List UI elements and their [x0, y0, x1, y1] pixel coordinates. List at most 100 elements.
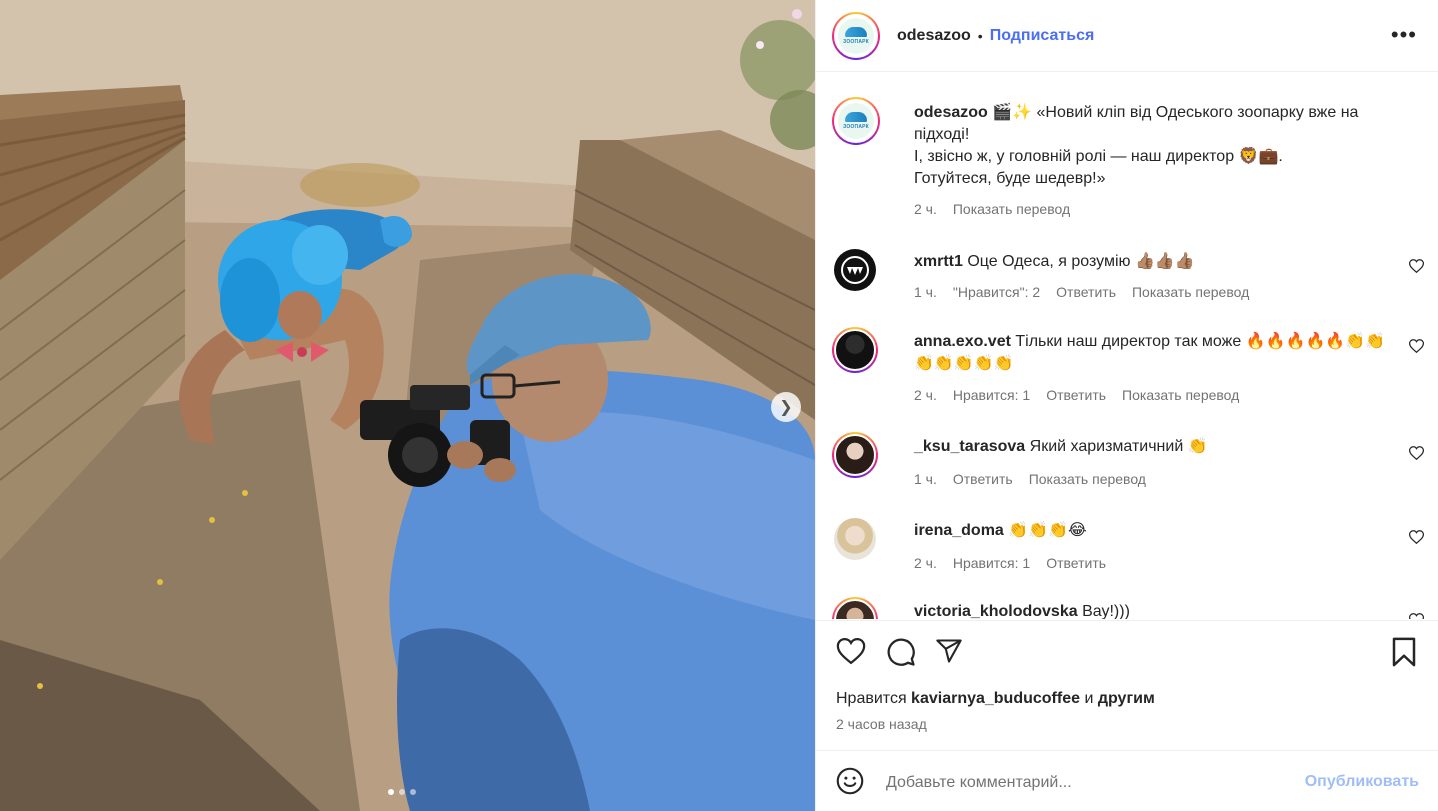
avatar-photo	[834, 329, 876, 371]
post-viewer: ❯ ЗООПАРК odesazoo • Подписаться ••• ЗОО…	[0, 0, 1438, 811]
comment-time[interactable]: 1 ч.	[914, 284, 937, 300]
photo-scene	[0, 0, 815, 811]
translate-link[interactable]: Показать перевод	[1122, 387, 1239, 403]
caption-avatar[interactable]: ЗООПАРК	[832, 97, 880, 145]
comment-meta: 1 ч. "Нравится": 2 Ответить Показать пер…	[914, 284, 1249, 300]
likes-mid: и	[1080, 690, 1098, 707]
heart-icon[interactable]	[836, 637, 866, 670]
chevron-right-icon: ❯	[779, 399, 793, 416]
like-comment-heart-icon[interactable]	[1408, 339, 1425, 357]
comment-item: xmrtt1 Оце Одеса, я розумію 👍🏽👍🏽👍🏽 1 ч. …	[834, 249, 1425, 309]
comment-meta: 1 ч. Ответить Показать перевод	[914, 471, 1146, 487]
comment-username[interactable]: anna.exo.vet	[914, 333, 1011, 350]
comment-likes[interactable]: Нравится: 1	[953, 555, 1030, 571]
comment-username[interactable]: xmrtt1	[914, 253, 963, 270]
comment-item: _ksu_tarasova Який харизматичний 👏 1 ч. …	[832, 432, 1425, 494]
comment-text: anna.exo.vet Тільки наш директор так мож…	[914, 331, 1388, 375]
logo-wave	[845, 112, 867, 122]
actions-divider	[816, 620, 1438, 621]
translate-link[interactable]: Показать перевод	[1132, 284, 1249, 300]
comment-time[interactable]: 2 ч.	[914, 555, 937, 571]
carousel-dot[interactable]	[410, 789, 416, 795]
like-comment-heart-icon[interactable]	[1408, 613, 1425, 619]
comment-meta: 2 ч. Нравится: 1 Ответить	[914, 555, 1106, 571]
follow-button[interactable]: Подписаться	[990, 27, 1095, 45]
comments-list[interactable]: ЗООПАРК odesazoo 🎬✨ «Новий кліп від Одес…	[816, 73, 1438, 619]
post-timestamp[interactable]: 2 часов назад	[836, 716, 927, 732]
avatar-photo	[834, 599, 876, 619]
caption-line3: Готуйтеся, буде шедевр!»	[914, 170, 1106, 187]
comment-likes[interactable]: "Нравится": 2	[953, 284, 1040, 300]
comment-avatar[interactable]	[832, 597, 878, 619]
fangs-avatar-icon	[841, 256, 869, 284]
post-photo[interactable]: ❯	[0, 0, 815, 811]
comment-item: anna.exo.vet Тільки наш директор так мож…	[832, 327, 1425, 409]
comment-body: 👏👏👏😂	[1003, 522, 1087, 539]
comment-text: _ksu_tarasova Який харизматичний 👏	[914, 436, 1388, 458]
comment-item: victoria_kholodovska Вау!)))	[832, 597, 1425, 619]
avatar-inner: ЗООПАРК	[834, 99, 878, 143]
comment-avatar[interactable]	[834, 518, 876, 560]
logo-text: ЗООПАРК	[843, 38, 869, 45]
like-comment-heart-icon[interactable]	[1408, 446, 1425, 464]
comment-composer: Опубликовать	[816, 751, 1438, 811]
reply-link[interactable]: Ответить	[953, 471, 1013, 487]
reply-link[interactable]: Ответить	[1056, 284, 1116, 300]
comment-time[interactable]: 2 ч.	[914, 387, 937, 403]
likes-others[interactable]: другим	[1098, 690, 1155, 707]
emoji-icon[interactable]	[836, 767, 864, 800]
zoo-logo: ЗООПАРК	[838, 17, 874, 54]
carousel-dot[interactable]	[388, 789, 394, 795]
action-bar	[836, 637, 1419, 671]
account-avatar[interactable]: ЗООПАРК	[832, 11, 880, 60]
likes-prefix: Нравится	[836, 690, 912, 707]
like-comment-heart-icon[interactable]	[1408, 530, 1425, 548]
bookmark-icon[interactable]	[1391, 637, 1417, 672]
caption-block: ЗООПАРК odesazoo 🎬✨ «Новий кліп від Одес…	[832, 97, 1424, 217]
more-icon[interactable]: •••	[1391, 22, 1417, 48]
carousel-dot[interactable]	[399, 789, 405, 795]
logo-text: ЗООПАРК	[843, 124, 869, 130]
comment-body: Вау!)))	[1077, 603, 1130, 619]
comment-text: xmrtt1 Оце Одеса, я розумію 👍🏽👍🏽👍🏽	[914, 251, 1388, 273]
zoo-logo: ЗООПАРК	[838, 103, 874, 139]
header-separator: •	[977, 27, 983, 44]
avatar-photo	[834, 434, 876, 476]
caption-time[interactable]: 2 ч.	[914, 201, 937, 217]
comment-likes[interactable]: Нравится: 1	[953, 387, 1030, 403]
likes-user[interactable]: kaviarnya_buducoffee	[911, 690, 1080, 707]
caption-translate-link[interactable]: Показать перевод	[953, 201, 1070, 217]
comment-time[interactable]: 1 ч.	[914, 471, 937, 487]
caption-line2: І, звісно ж, у головній ролі — наш дирек…	[914, 148, 1283, 165]
carousel-dots	[388, 789, 416, 795]
share-icon[interactable]	[934, 637, 964, 670]
comment-text: victoria_kholodovska Вау!)))	[914, 601, 1388, 619]
next-slide-button[interactable]: ❯	[771, 392, 801, 422]
reply-link[interactable]: Ответить	[1046, 555, 1106, 571]
comment-username[interactable]: _ksu_tarasova	[914, 438, 1025, 455]
publish-button[interactable]: Опубликовать	[1305, 773, 1419, 791]
logo-wave	[845, 26, 867, 37]
comment-avatar[interactable]	[832, 432, 878, 478]
comment-input[interactable]	[886, 769, 1286, 797]
reply-link[interactable]: Ответить	[1046, 387, 1106, 403]
translate-link[interactable]: Показать перевод	[1029, 471, 1146, 487]
comment-avatar[interactable]	[834, 249, 876, 291]
comment-username[interactable]: irena_doma	[914, 522, 1004, 539]
account-username[interactable]: odesazoo	[897, 27, 971, 45]
caption-username[interactable]: odesazoo	[914, 104, 988, 121]
avatar-inner: ЗООПАРК	[834, 13, 878, 58]
comment-item: irena_doma 👏👏👏😂 2 ч. Нравится: 1 Ответит…	[834, 518, 1425, 578]
post-side-panel: ЗООПАРК odesazoo • Подписаться ••• ЗООПА…	[815, 0, 1438, 811]
like-comment-heart-icon[interactable]	[1408, 259, 1425, 277]
comment-username[interactable]: victoria_kholodovska	[914, 603, 1078, 619]
post-header: ЗООПАРК odesazoo • Подписаться •••	[816, 0, 1438, 72]
comment-body: Який харизматичний 👏	[1025, 438, 1208, 455]
caption-text: odesazoo 🎬✨ «Новий кліп від Одеського зо…	[914, 102, 1406, 190]
comment-icon[interactable]	[886, 637, 916, 672]
comment-body: Оце Одеса, я розумію 👍🏽👍🏽👍🏽	[962, 253, 1195, 270]
likes-summary: Нравится kaviarnya_buducoffee и другим	[836, 690, 1155, 708]
comment-meta: 2 ч. Нравится: 1 Ответить Показать перев…	[914, 387, 1239, 403]
comment-avatar[interactable]	[832, 327, 878, 373]
comment-text: irena_doma 👏👏👏😂	[914, 520, 1388, 542]
